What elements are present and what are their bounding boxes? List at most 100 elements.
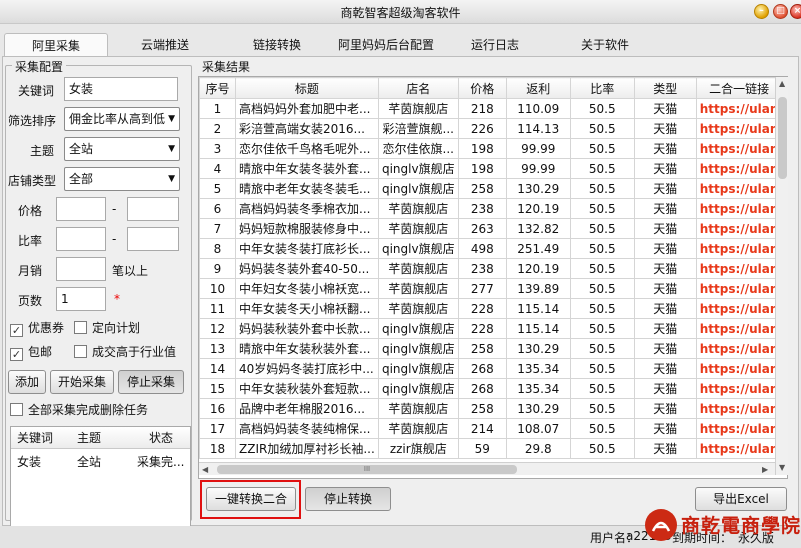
cell-price: 238 — [457, 198, 507, 219]
cell-type: 天猫 — [633, 418, 697, 439]
col-type[interactable]: 类型 — [633, 77, 697, 99]
cell-link[interactable]: https://ulan — [695, 158, 783, 179]
table-row[interactable]: 11 中年女装冬天小棉袄翻... 芊茵旗舰店 228 115.14 50.5 天猫 https… — [199, 298, 783, 319]
cell-rebate: 114.13 — [505, 118, 571, 139]
cell-index: 6 — [199, 198, 236, 219]
cell-title: 中年妇女冬装小棉袄宽... — [235, 278, 379, 299]
table-row[interactable]: 3 恋尔佳依千鸟格毛呢外... 恋尔佳依旗... 198 99.99 50.5 天猫 http… — [199, 138, 783, 159]
cell-link[interactable]: https://ulan — [695, 258, 783, 279]
table-row[interactable]: 6 高档妈妈装冬季棉衣加... 芊茵旗舰店 238 120.19 50.5 天猫 https:… — [199, 198, 783, 219]
col-index[interactable]: 序号 — [199, 77, 236, 99]
add-button[interactable]: 添加 — [8, 370, 46, 394]
cell-link[interactable]: https://ulan — [695, 338, 783, 359]
table-row[interactable]: 12 妈妈装秋装外套中长款... qinglv旗舰店 228 115.14 50.5 天猫 h… — [199, 318, 783, 339]
table-row[interactable]: 14 40岁妈妈冬装打底衫中... qinglv旗舰店 268 135.34 50.5 天猫… — [199, 358, 783, 379]
price-max-input[interactable] — [127, 197, 179, 221]
vertical-scrollbar[interactable]: ▲ ▼ — [775, 77, 788, 475]
task-row[interactable]: 女装 全站 采集完... — [11, 451, 190, 473]
cell-shop: 芊茵旗舰店 — [377, 218, 459, 239]
scroll-up-icon[interactable]: ▲ — [779, 79, 785, 88]
cell-link[interactable]: https://ulan — [695, 438, 783, 459]
cell-link[interactable]: https://ulan — [695, 178, 783, 199]
table-row[interactable]: 1 高档妈妈外套加肥中老... 芊茵旗舰店 218 110.09 50.5 天猫 https:… — [199, 98, 783, 119]
cell-rebate: 139.89 — [505, 278, 571, 299]
table-row[interactable]: 10 中年妇女冬装小棉袄宽... 芊茵旗舰店 277 139.89 50.5 天猫 https… — [199, 278, 783, 299]
scroll-left-icon[interactable]: ◀ — [202, 465, 208, 474]
horizontal-scrollbar[interactable]: ◀ III ▶ — [199, 462, 775, 475]
rate-min-input[interactable] — [56, 227, 106, 251]
sort-select[interactable]: 佣金比率从高到低 ▼ — [64, 107, 180, 131]
cell-rebate: 99.99 — [505, 158, 571, 179]
cell-link[interactable]: https://ulan — [695, 138, 783, 159]
cell-price: 268 — [457, 358, 507, 379]
cell-price: 498 — [457, 238, 507, 259]
cell-link[interactable]: https://ulan — [695, 318, 783, 339]
maximize-button[interactable]: □ — [773, 4, 788, 19]
cell-title: 妈妈装秋装外套中长款... — [235, 318, 379, 339]
col-title[interactable]: 标题 — [235, 77, 379, 99]
cell-rebate: 135.34 — [505, 378, 571, 399]
price-min-input[interactable] — [56, 197, 106, 221]
above-industry-checkbox[interactable]: 成交高于行业值 — [74, 344, 176, 360]
cell-link[interactable]: https://ulan — [695, 98, 783, 119]
coupon-checkbox[interactable]: ✓ 优惠券 — [10, 320, 64, 337]
scroll-right-icon[interactable]: ▶ — [762, 465, 768, 474]
cell-price: 226 — [457, 118, 507, 139]
table-row[interactable]: 5 晴旅中老年女装冬装毛... qinglv旗舰店 258 130.29 50.5 天猫 ht… — [199, 178, 783, 199]
stop-collect-button[interactable]: 停止采集 — [118, 370, 184, 394]
table-row[interactable]: 8 中年女装冬装打底衫长... qinglv旗舰店 498 251.49 50.5 天猫 ht… — [199, 238, 783, 259]
pages-input[interactable]: 1 — [56, 287, 106, 311]
topic-select[interactable]: 全站 ▼ — [64, 137, 180, 161]
delete-after-checkbox[interactable]: 全部采集完成删除任务 — [10, 402, 148, 418]
col-price[interactable]: 价格 — [457, 77, 507, 99]
cell-link[interactable]: https://ulan — [695, 218, 783, 239]
keyword-input[interactable]: 女装 — [64, 77, 178, 101]
horizontal-scroll-thumb[interactable]: III — [217, 465, 517, 474]
col-shop[interactable]: 店名 — [377, 77, 459, 99]
cell-link[interactable]: https://ulan — [695, 418, 783, 439]
free-shipping-label: 包邮 — [28, 345, 53, 359]
cell-link[interactable]: https://ulan — [695, 398, 783, 419]
col-rebate[interactable]: 返利 — [505, 77, 571, 99]
tab-run-log[interactable]: 运行日志 — [452, 33, 538, 57]
minimize-button[interactable]: – — [754, 4, 769, 19]
cell-link[interactable]: https://ulan — [695, 238, 783, 259]
tab-ali-collect[interactable]: 阿里采集 — [4, 33, 108, 57]
results-table[interactable]: 序号 标题 店名 价格 返利 比率 类型 二合一链接 1 高档妈妈外套加肥中老..… — [198, 76, 788, 479]
vertical-scroll-thumb[interactable] — [778, 97, 787, 179]
free-shipping-checkbox[interactable]: ✓ 包邮 — [10, 344, 53, 361]
cell-shop: zzir旗舰店 — [377, 438, 459, 459]
table-row[interactable]: 7 妈妈短款棉服装修身中... 芊茵旗舰店 263 132.82 50.5 天猫 https:… — [199, 218, 783, 239]
tab-about[interactable]: 关于软件 — [562, 33, 648, 57]
cell-link[interactable]: https://ulan — [695, 298, 783, 319]
directed-plan-checkbox[interactable]: 定向计划 — [74, 320, 140, 336]
table-row[interactable]: 17 高档妈妈装冬装纯棉保... 芊茵旗舰店 214 108.07 50.5 天猫 https… — [199, 418, 783, 439]
tab-link-convert[interactable]: 链接转换 — [230, 33, 324, 57]
cell-rate: 50.5 — [569, 178, 635, 199]
cell-link[interactable]: https://ulan — [695, 358, 783, 379]
table-row[interactable]: 2 彩涪萱高端女装2016... 彩涪萱旗舰... 226 114.13 50.5 天猫 ht… — [199, 118, 783, 139]
tab-alimama-config[interactable]: 阿里妈妈后台配置 — [330, 33, 442, 57]
table-row[interactable]: 16 品牌中老年棉服2016... 芊茵旗舰店 258 130.29 50.5 天猫 http… — [199, 398, 783, 419]
rate-max-input[interactable] — [127, 227, 179, 251]
col-rate[interactable]: 比率 — [569, 77, 635, 99]
monthly-sales-input[interactable] — [56, 257, 106, 281]
stop-convert-button[interactable]: 停止转换 — [305, 487, 391, 511]
cell-link[interactable]: https://ulan — [695, 278, 783, 299]
tab-cloud-push[interactable]: 云端推送 — [118, 33, 212, 57]
cell-link[interactable]: https://ulan — [695, 118, 783, 139]
table-row[interactable]: 4 晴旅中年女装冬装外套... qinglv旗舰店 198 99.99 50.5 天猫 htt… — [199, 158, 783, 179]
shop-type-select[interactable]: 全部 ▼ — [64, 167, 180, 191]
start-collect-button[interactable]: 开始采集 — [50, 370, 114, 394]
col-link[interactable]: 二合一链接 — [695, 77, 783, 99]
table-row[interactable]: 13 晴旅中年女装秋装外套... qinglv旗舰店 258 130.29 50.5 天猫 h… — [199, 338, 783, 359]
table-row[interactable]: 18 ZZIR加绒加厚衬衫长袖... zzir旗舰店 59 29.8 50.5 天猫 http… — [199, 438, 783, 459]
cell-link[interactable]: https://ulan — [695, 198, 783, 219]
cell-link[interactable]: https://ulan — [695, 378, 783, 399]
cell-type: 天猫 — [633, 438, 697, 459]
table-row[interactable]: 15 中年女装秋装外套短款... qinglv旗舰店 268 135.34 50.5 天猫 h… — [199, 378, 783, 399]
table-row[interactable]: 9 妈妈装冬装外套40-50... 芊茵旗舰店 238 120.19 50.5 天猫 http… — [199, 258, 783, 279]
scroll-down-icon[interactable]: ▼ — [779, 463, 785, 472]
close-button[interactable]: × — [790, 4, 801, 19]
task-list[interactable]: 关键词 主题 状态 女装 全站 采集完... — [10, 426, 191, 534]
